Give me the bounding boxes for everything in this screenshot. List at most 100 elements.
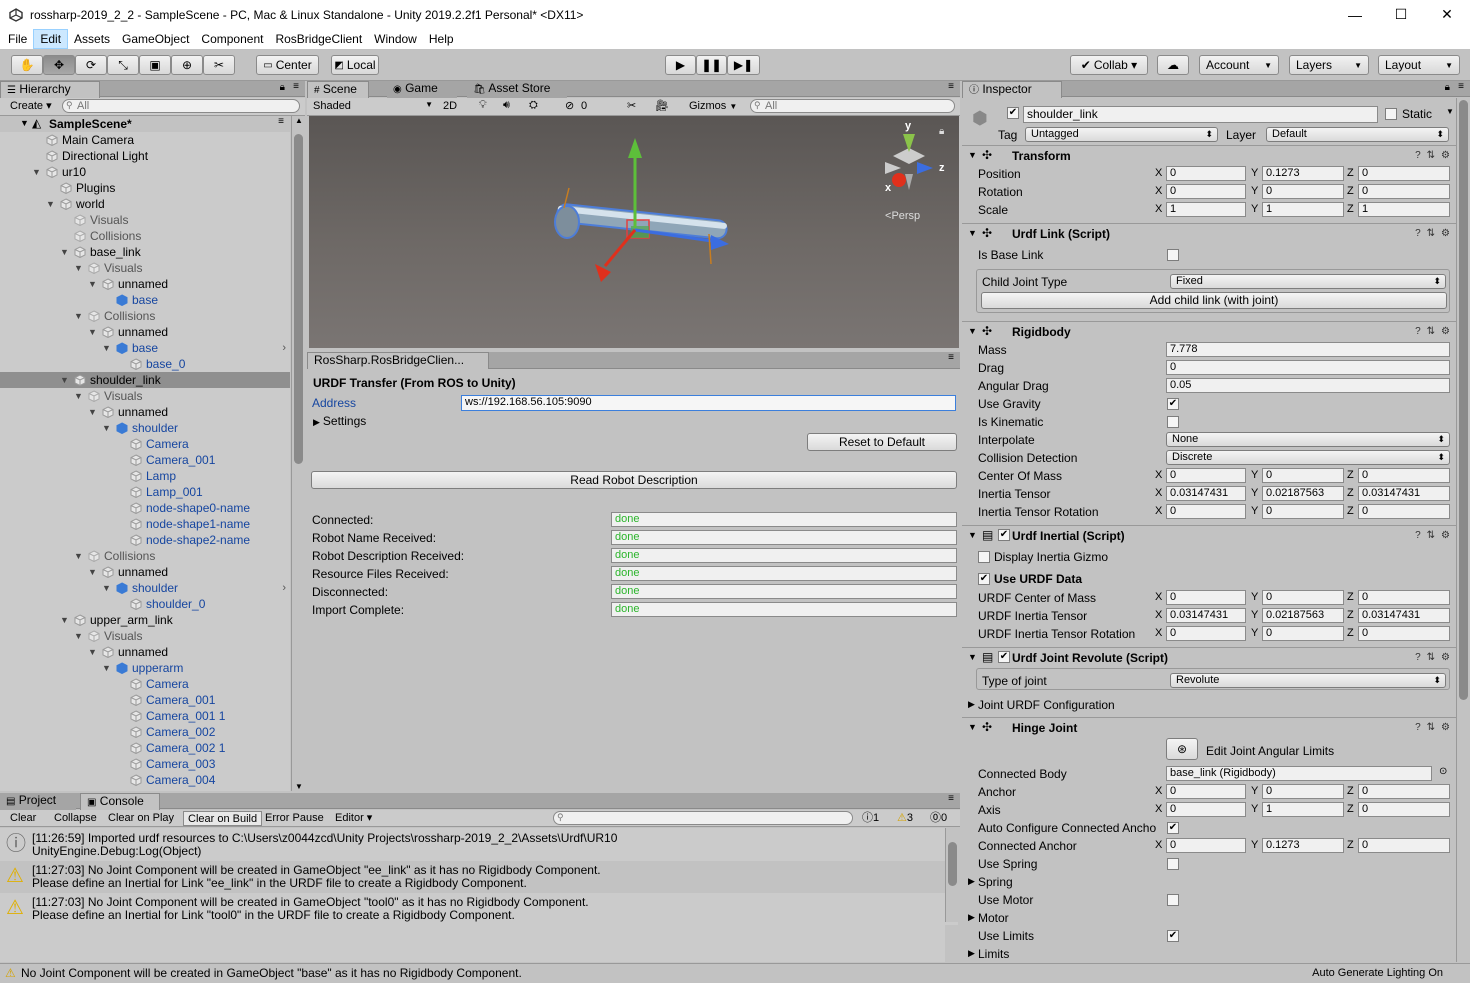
expand-arrow-icon[interactable]: ▼: [88, 276, 98, 292]
expand-arrow-icon[interactable]: ▼: [32, 164, 42, 180]
open-prefab-arrow-icon[interactable]: ›: [282, 580, 286, 596]
audio-icon[interactable]: 🔊︎: [503, 99, 510, 112]
console-log-entry[interactable]: ⓘ [11:26:59] Imported urdf resources to C…: [0, 829, 958, 861]
expand-arrow-icon[interactable]: ▼: [20, 118, 29, 128]
hierarchy-item[interactable]: Camera_003: [0, 756, 290, 772]
expand-arrow-icon[interactable]: ▼: [88, 404, 98, 420]
scale-tool-icon[interactable]: ⤡: [107, 55, 139, 75]
anchor-z-field[interactable]: 0: [1358, 784, 1450, 799]
layout-dropdown[interactable]: Layout ▼: [1378, 55, 1460, 75]
static-checkbox[interactable]: [1385, 108, 1397, 120]
console-scroll-thumb[interactable]: [948, 842, 957, 886]
rotation-x-field[interactable]: 0: [1166, 184, 1246, 199]
hierarchy-item[interactable]: ▼ shoulder: [0, 420, 290, 436]
hierarchy-item[interactable]: ▼ Visuals: [0, 388, 290, 404]
maximize-button[interactable]: ☐: [1378, 0, 1424, 29]
hierarchy-item[interactable]: ▼ unnamed: [0, 276, 290, 292]
scene-viewport[interactable]: y z x 🔒︎ <Persp: [309, 116, 959, 348]
hierarchy-item[interactable]: Main Camera: [0, 132, 290, 148]
open-prefab-arrow-icon[interactable]: ›: [282, 340, 286, 356]
component-settings-icon[interactable]: ?⇅⚙: [1415, 228, 1456, 239]
settings-foldout[interactable]: ▶ Settings: [313, 414, 366, 428]
scene-lock-icon[interactable]: 🔒︎: [939, 126, 944, 137]
clear-on-play-button[interactable]: Clear on Play: [104, 811, 178, 826]
urdf-inertia-tensor-y-field[interactable]: 0.02187563: [1262, 608, 1344, 623]
address-input[interactable]: ws://192.168.56.105:9090: [461, 395, 956, 411]
menu-edit[interactable]: Edit: [33, 29, 69, 49]
hierarchy-item[interactable]: ▼ Collisions: [0, 548, 290, 564]
menu-gameobject[interactable]: GameObject: [116, 29, 195, 49]
hierarchy-item[interactable]: ▼ Collisions: [0, 308, 290, 324]
anchor-x-field[interactable]: 0: [1166, 784, 1246, 799]
hierarchy-item[interactable]: ▼ unnamed: [0, 644, 290, 660]
tab-ros-bridge[interactable]: RosSharp.RosBridgeClien...: [307, 352, 489, 369]
hierarchy-item[interactable]: ▼ unnamed: [0, 404, 290, 420]
urdf-inertia-tensor-rotation-z-field[interactable]: 0: [1358, 626, 1450, 641]
inspector-menu-icon[interactable]: ≡: [1458, 81, 1464, 92]
tag-dropdown[interactable]: Untagged: [1025, 127, 1218, 142]
spring-expand-icon[interactable]: ▶: [968, 876, 975, 887]
collapse-arrow-icon[interactable]: ▼: [968, 150, 977, 160]
static-chevron-icon[interactable]: ▼: [1446, 107, 1454, 116]
urdf-center-of-mass-z-field[interactable]: 0: [1358, 590, 1450, 605]
hierarchy-item[interactable]: Lamp: [0, 468, 290, 484]
use-gravity-checkbox[interactable]: ✔: [1167, 398, 1179, 410]
urdf-center-of-mass-y-field[interactable]: 0: [1262, 590, 1344, 605]
hierarchy-item[interactable]: Camera_002 1: [0, 740, 290, 756]
scroll-down-icon[interactable]: ▼: [295, 782, 303, 791]
effects-icon[interactable]: ⛭: [529, 99, 538, 112]
hierarchy-item[interactable]: ▼ upperarm: [0, 660, 290, 676]
position-z-field[interactable]: 0: [1358, 166, 1450, 181]
expand-arrow-icon[interactable]: ▼: [60, 372, 70, 388]
hierarchy-item[interactable]: node-shape2-name: [0, 532, 290, 548]
child-joint-type-dropdown[interactable]: Fixed: [1170, 274, 1446, 289]
perspective-label[interactable]: <Persp: [885, 210, 920, 222]
motor-expand-icon[interactable]: ▶: [968, 912, 975, 923]
expand-arrow-icon[interactable]: ▼: [74, 308, 84, 324]
hierarchy-item[interactable]: Camera_001: [0, 452, 290, 468]
gizmos-dropdown[interactable]: Gizmos ▼: [689, 100, 737, 112]
expand-arrow-icon[interactable]: ▼: [102, 580, 112, 596]
panel-menu-icon[interactable]: ≡: [293, 81, 299, 92]
scene-root-row[interactable]: ▼ ◭ SampleScene* ≡: [0, 116, 290, 132]
urdf-link-section[interactable]: ▼ ✣ Urdf Link (Script) ?⇅⚙: [962, 223, 1462, 243]
menu-window[interactable]: Window: [368, 29, 423, 49]
tab-hierarchy[interactable]: ☰ Hierarchy: [0, 81, 100, 98]
hierarchy-item[interactable]: Camera: [0, 436, 290, 452]
lighting-icon[interactable]: 💡︎: [479, 99, 487, 112]
hierarchy-item[interactable]: Camera_001 1: [0, 708, 290, 724]
gizmo-axis-z[interactable]: z: [939, 162, 945, 174]
gizmo-axis-x[interactable]: x: [885, 182, 891, 194]
scroll-up-icon[interactable]: ▲: [295, 116, 303, 125]
close-button[interactable]: ✕: [1424, 0, 1470, 29]
clear-button[interactable]: Clear: [6, 811, 40, 826]
hinge-joint-section[interactable]: ▼ ✣ Hinge Joint ?⇅⚙: [962, 717, 1462, 737]
tab-console[interactable]: ▣ Console: [80, 793, 160, 810]
hierarchy-item[interactable]: Visuals: [0, 212, 290, 228]
hierarchy-item[interactable]: ▼ shoulder_link: [0, 372, 290, 388]
tab-project[interactable]: ▤ Project: [0, 793, 76, 810]
console-log-entry[interactable]: ⚠ [11:27:03] No Joint Component will be c…: [0, 861, 958, 893]
expand-arrow-icon[interactable]: ▼: [60, 244, 70, 260]
limits-expand-icon[interactable]: ▶: [968, 948, 975, 959]
axis-y-field[interactable]: 1: [1262, 802, 1344, 817]
ros-panel-menu-icon[interactable]: ≡: [948, 352, 954, 363]
use-limits-checkbox[interactable]: ✔: [1167, 930, 1179, 942]
menu-component[interactable]: Component: [195, 29, 269, 49]
expand-arrow-icon[interactable]: ▼: [74, 260, 84, 276]
expand-arrow-icon[interactable]: ▼: [74, 548, 84, 564]
step-button[interactable]: ▶❚: [727, 55, 760, 75]
menu-help[interactable]: Help: [423, 29, 460, 49]
expand-arrow-icon[interactable]: ▼: [102, 660, 112, 676]
urdf-center-of-mass-x-field[interactable]: 0: [1166, 590, 1246, 605]
component-settings-icon[interactable]: ?⇅⚙: [1415, 652, 1456, 663]
collapse-arrow-icon[interactable]: ▼: [968, 652, 977, 662]
account-dropdown[interactable]: Account ▼: [1199, 55, 1279, 75]
cloud-icon[interactable]: ☁: [1157, 55, 1189, 75]
hierarchy-search-input[interactable]: ⚲ All: [62, 99, 300, 113]
component-enabled-checkbox[interactable]: ✔: [998, 529, 1010, 541]
console-log-entry[interactable]: ⚠ [11:27:03] No Joint Component will be c…: [0, 893, 958, 925]
collapse-arrow-icon[interactable]: ▼: [968, 326, 977, 336]
expand-arrow-icon[interactable]: ▼: [74, 388, 84, 404]
tab-scene[interactable]: # Scene: [307, 81, 369, 98]
